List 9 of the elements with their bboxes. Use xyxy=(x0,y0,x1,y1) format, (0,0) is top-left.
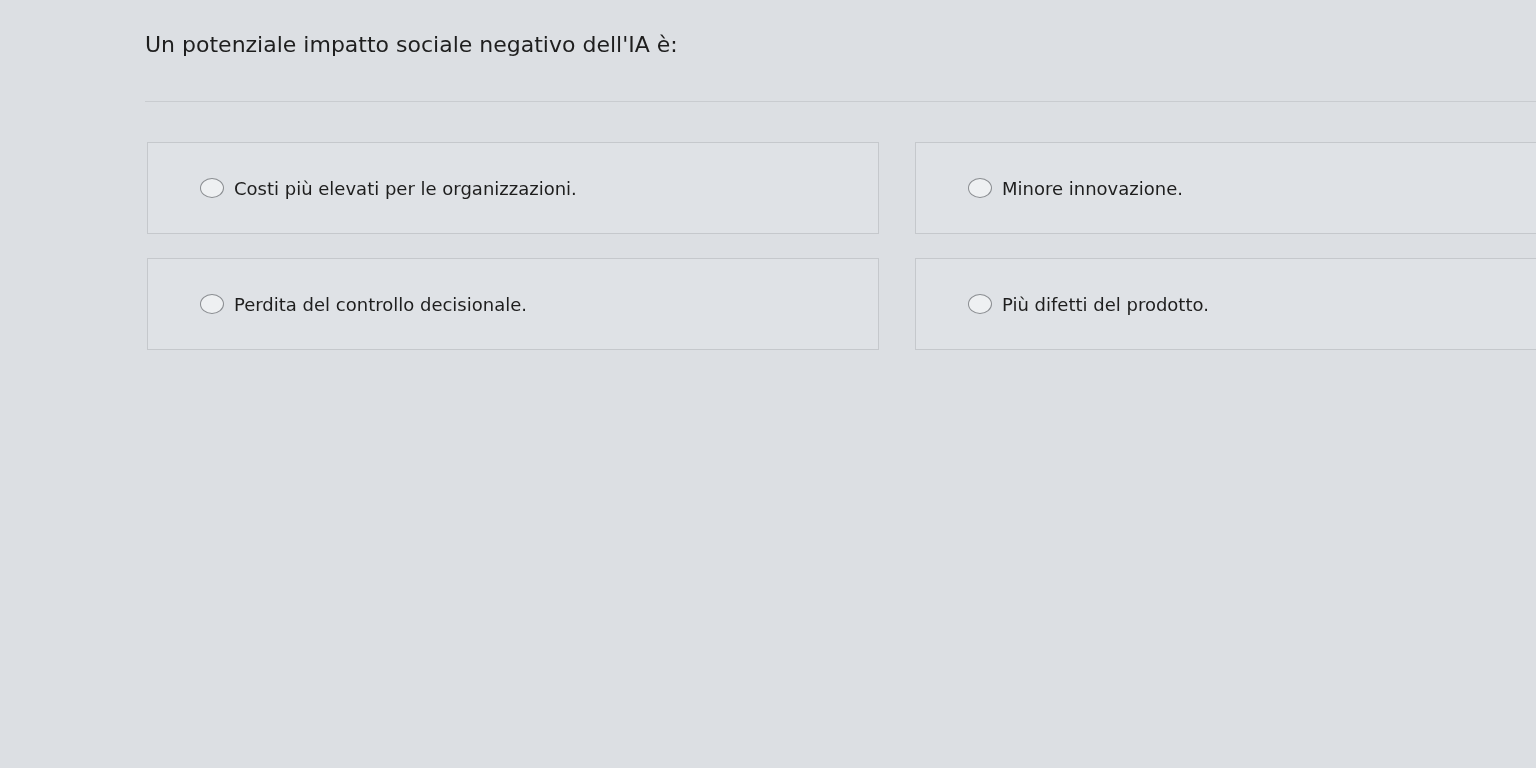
answer-option[interactable]: Costi più elevati per le organizzazioni. xyxy=(147,142,879,234)
answer-option[interactable]: Minore innovazione. xyxy=(915,142,1536,234)
radio-button[interactable] xyxy=(200,294,224,314)
answer-option[interactable]: Più difetti del prodotto. xyxy=(915,258,1536,350)
radio-button[interactable] xyxy=(968,178,992,198)
radio-button[interactable] xyxy=(200,178,224,198)
radio-button[interactable] xyxy=(968,294,992,314)
answer-option[interactable]: Perdita del controllo decisionale. xyxy=(147,258,879,350)
question-text: Un potenziale impatto sociale negativo dell'IA è: xyxy=(145,31,679,59)
